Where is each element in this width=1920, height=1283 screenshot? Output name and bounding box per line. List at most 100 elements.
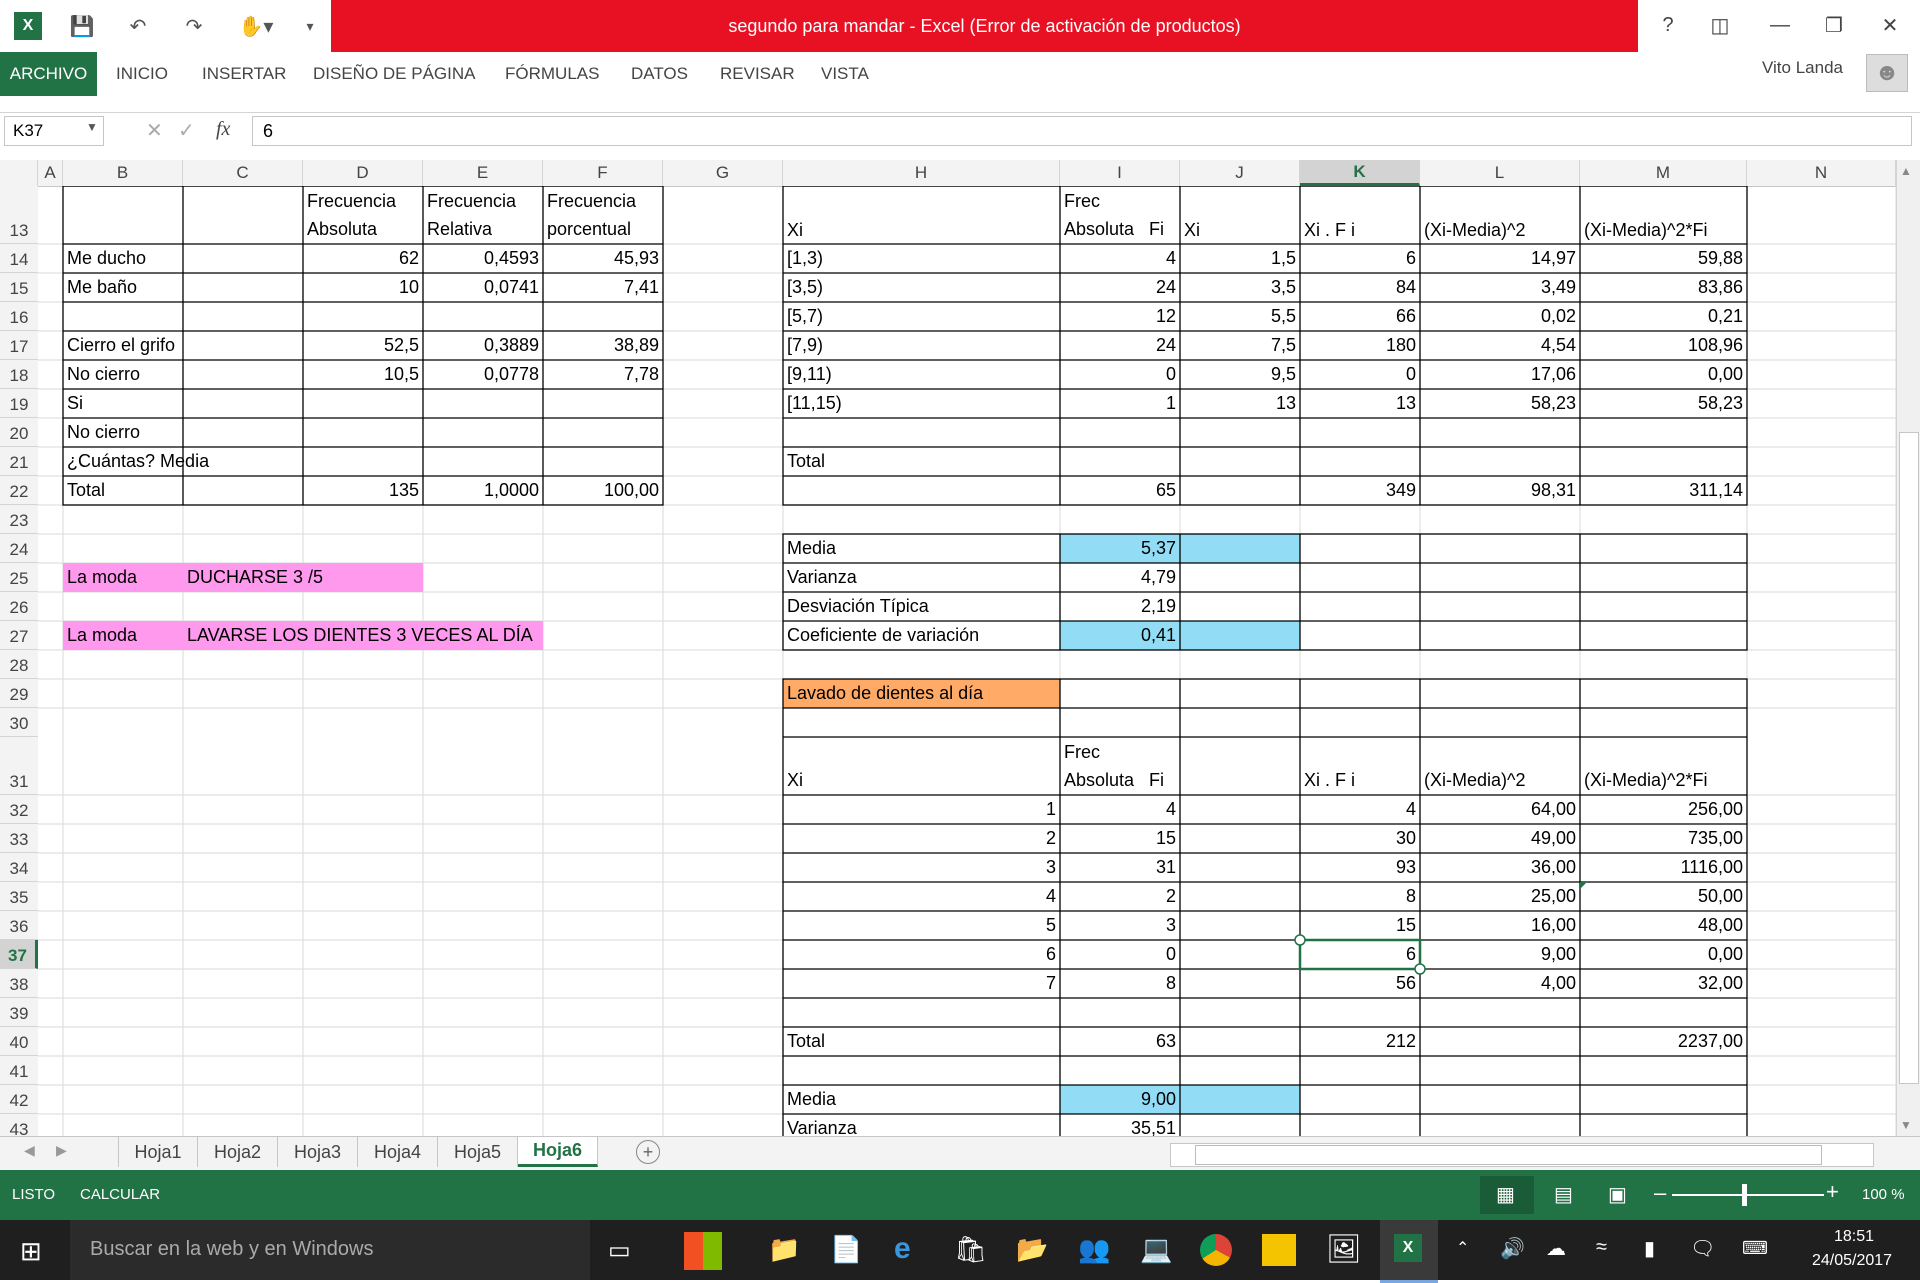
tab-archivo[interactable]: ARCHIVO	[0, 52, 97, 96]
cell-i36[interactable]: 3	[1060, 911, 1180, 940]
cell-i17[interactable]: 24	[1060, 331, 1180, 360]
cell-j16[interactable]: 5,5	[1180, 302, 1300, 331]
cell-i42[interactable]: 9,00	[1060, 1085, 1180, 1114]
zoom-level[interactable]: 100 %	[1862, 1186, 1905, 1203]
cell-h15[interactable]: [3,5)	[783, 273, 1060, 302]
cell-l32[interactable]: 64,00	[1420, 795, 1580, 824]
sheet-tab-hoja3[interactable]: Hoja3	[278, 1137, 358, 1167]
cell-f13[interactable]: Frecuencia porcentual	[543, 187, 663, 245]
cell-h29[interactable]: Lavado de dientes al día	[783, 679, 1060, 708]
clock-time[interactable]: 18:51	[1804, 1228, 1904, 1246]
cell-i22[interactable]: 65	[1060, 476, 1180, 505]
formula-input[interactable]: 6	[252, 116, 1912, 146]
cell-i14[interactable]: 4	[1060, 244, 1180, 273]
scroll-up-icon[interactable]: ▲	[1900, 164, 1912, 178]
col-header-j[interactable]: J	[1180, 160, 1300, 186]
cell-k31[interactable]: Xi . F i	[1300, 737, 1420, 795]
cell-e13[interactable]: Frecuencia Relativa	[423, 187, 543, 245]
name-box-dropdown-icon[interactable]: ▼	[86, 120, 98, 134]
search-placeholder[interactable]: Buscar en la web y en Windows	[90, 1238, 373, 1261]
cell-l38[interactable]: 4,00	[1420, 969, 1580, 998]
cell-h33[interactable]: 2	[783, 824, 1060, 853]
cell-h19[interactable]: [11,15)	[783, 389, 1060, 418]
sheet-tab-hoja5[interactable]: Hoja5	[438, 1137, 518, 1167]
cell-i25[interactable]: 4,79	[1060, 563, 1180, 592]
col-header-f[interactable]: F	[543, 160, 663, 186]
cell-j13[interactable]: Xi	[1180, 187, 1300, 245]
cell-l37[interactable]: 9,00	[1420, 940, 1580, 969]
undo-icon[interactable]: ↶	[124, 12, 152, 40]
cell-k38[interactable]: 56	[1300, 969, 1420, 998]
cell-l16[interactable]: 0,02	[1420, 302, 1580, 331]
cell-k18[interactable]: 0	[1300, 360, 1420, 389]
cell-k40[interactable]: 212	[1300, 1027, 1420, 1056]
cell-i19[interactable]: 1	[1060, 389, 1180, 418]
row-header[interactable]: 35	[0, 882, 38, 911]
row-header[interactable]: 18	[0, 360, 38, 389]
cell-h18[interactable]: [9,11)	[783, 360, 1060, 389]
tab-inicio[interactable]: INICIO	[116, 52, 168, 96]
cell-h31[interactable]: Xi	[783, 737, 1060, 795]
row-header[interactable]: 24	[0, 534, 38, 563]
cell-d15[interactable]: 10	[303, 273, 423, 302]
save-icon[interactable]: 💾	[68, 12, 96, 40]
cell-m38[interactable]: 32,00	[1580, 969, 1747, 998]
cell-k32[interactable]: 4	[1300, 795, 1420, 824]
cell-m37[interactable]: 0,00	[1580, 940, 1747, 969]
cell-l18[interactable]: 17,06	[1420, 360, 1580, 389]
cell-e18[interactable]: 0,0778	[423, 360, 543, 389]
contacts-icon[interactable]: 👥	[1078, 1234, 1110, 1265]
user-name[interactable]: Vito Landa	[1762, 58, 1843, 78]
cell-h38[interactable]: 7	[783, 969, 1060, 998]
zoom-in-icon[interactable]: +	[1826, 1179, 1839, 1205]
cell-h24[interactable]: Media	[783, 534, 1060, 563]
cell-j18[interactable]: 9,5	[1180, 360, 1300, 389]
cell-h35[interactable]: 4	[783, 882, 1060, 911]
cell-e15[interactable]: 0,0741	[423, 273, 543, 302]
sheet-tab-hoja4[interactable]: Hoja4	[358, 1137, 438, 1167]
cell-k17[interactable]: 180	[1300, 331, 1420, 360]
cell-m35[interactable]: 50,00	[1580, 882, 1747, 911]
cell-h26[interactable]: Desviación Típica	[783, 592, 1060, 621]
cell-m31[interactable]: (Xi-Media)^2*Fi	[1580, 737, 1747, 795]
cell-b22[interactable]: Total	[63, 476, 183, 505]
row-header[interactable]: 42	[0, 1085, 38, 1114]
cell-d14[interactable]: 62	[303, 244, 423, 273]
cell-h40[interactable]: Total	[783, 1027, 1060, 1056]
cell-k22[interactable]: 349	[1300, 476, 1420, 505]
cell-b25[interactable]: La moda	[63, 563, 183, 592]
cell-m16[interactable]: 0,21	[1580, 302, 1747, 331]
store-icon[interactable]: 🛍	[954, 1234, 987, 1265]
cell-m15[interactable]: 83,86	[1580, 273, 1747, 302]
cell-m33[interactable]: 735,00	[1580, 824, 1747, 853]
cloud-icon[interactable]: ☁	[1546, 1236, 1566, 1261]
cell-h43[interactable]: Varianza	[783, 1114, 1060, 1136]
cell-k34[interactable]: 93	[1300, 853, 1420, 882]
row-header[interactable]: 25	[0, 563, 38, 592]
cell-i15[interactable]: 24	[1060, 273, 1180, 302]
col-header-h[interactable]: H	[783, 160, 1060, 186]
row-header[interactable]: 32	[0, 795, 38, 824]
ribbon-display-icon[interactable]: ◫	[1700, 8, 1740, 42]
sheet-tab-hoja6[interactable]: Hoja6	[518, 1137, 598, 1167]
cell-i40[interactable]: 63	[1060, 1027, 1180, 1056]
cell-b19[interactable]: Si	[63, 389, 183, 418]
cell-l31[interactable]: (Xi-Media)^2	[1420, 737, 1580, 795]
col-header-k[interactable]: K	[1300, 160, 1420, 186]
chrome-icon[interactable]	[1200, 1234, 1232, 1266]
cell-i13[interactable]: Frec Absoluta Fi	[1060, 187, 1180, 245]
redo-icon[interactable]: ↷	[180, 12, 208, 40]
cell-h42[interactable]: Media	[783, 1085, 1060, 1114]
cell-b15[interactable]: Me baño	[63, 273, 183, 302]
cell-i38[interactable]: 8	[1060, 969, 1180, 998]
cell-h32[interactable]: 1	[783, 795, 1060, 824]
cell-h37[interactable]: 6	[783, 940, 1060, 969]
close-icon[interactable]: ✕	[1870, 8, 1910, 42]
cell-i24[interactable]: 5,37	[1060, 534, 1180, 563]
cell-e14[interactable]: 0,4593	[423, 244, 543, 273]
clock-date[interactable]: 24/05/2017	[1792, 1252, 1912, 1270]
row-header[interactable]: 38	[0, 969, 38, 998]
tab-diseno-pagina[interactable]: DISEÑO DE PÁGINA	[313, 52, 475, 96]
insert-function-icon[interactable]: fx	[216, 118, 230, 141]
row-header[interactable]: 15	[0, 273, 38, 302]
